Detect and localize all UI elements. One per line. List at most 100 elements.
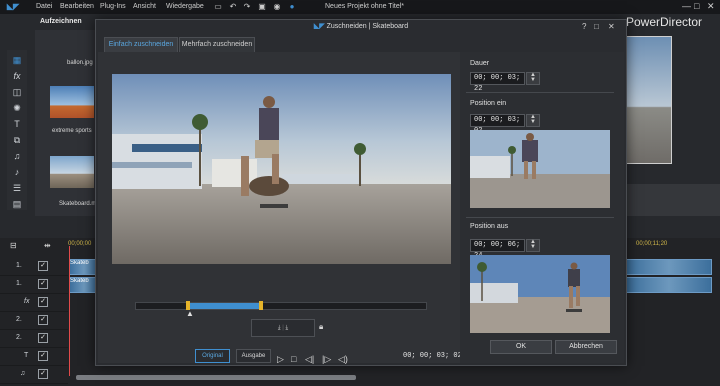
menu-bearbeiten[interactable]: Bearbeiten [60, 3, 94, 10]
mark-buttons-group: ⤓ | ⤓ [251, 319, 315, 337]
track-manager-icon[interactable]: ⊟ [10, 241, 17, 250]
track-number: 1. [16, 280, 22, 287]
track-row: 2. ✓ [0, 330, 68, 348]
close-icon[interactable]: ✕ [608, 22, 615, 31]
track-enable-checkbox[interactable]: ✓ [38, 297, 48, 307]
track-enable-checkbox[interactable]: ✓ [38, 333, 48, 343]
tab-simple-trim[interactable]: Einfach zuschneiden [104, 37, 178, 53]
lock-icon[interactable]: 🔒︎ [319, 322, 323, 332]
pip-icon[interactable]: ◫ [11, 86, 23, 98]
track-row: 2. ✓ [0, 312, 68, 330]
fit-icon[interactable]: ⇹ [44, 241, 51, 250]
view-original-toggle[interactable]: Original [195, 349, 230, 363]
mark-in-thumbnail [470, 130, 610, 208]
mark-out-spinner[interactable]: ▲ ▼ [526, 239, 540, 252]
track-row: T ✓ [0, 348, 68, 366]
particle-icon[interactable]: ✺ [11, 102, 23, 114]
duration-label: Dauer [470, 60, 490, 67]
track-enable-checkbox[interactable]: ✓ [38, 261, 48, 271]
open-folder-icon[interactable]: ▭ [213, 2, 223, 12]
tab-multi-trim[interactable]: Mehrfach zuschneiden [179, 37, 255, 53]
mark-in-spinner[interactable]: ▲ ▼ [526, 114, 540, 127]
redo-icon[interactable]: ↷ [242, 2, 252, 12]
skateboard-scene [112, 74, 451, 264]
mark-out-handle[interactable] [258, 301, 263, 310]
volume-icon[interactable]: ◁) [338, 354, 348, 365]
chapter-icon[interactable]: ☰ [11, 182, 23, 194]
maximize-icon[interactable]: □ [594, 22, 599, 31]
screen-icon[interactable]: ▣ [257, 2, 267, 12]
dialog-body: ▲ ⤓ | ⤓ 🔒︎ Original Ausgabe ▷ □ ◁| |▷ ◁)… [98, 52, 624, 365]
track-enable-checkbox[interactable]: ✓ [38, 279, 48, 289]
mark-out-frame [470, 255, 610, 333]
voice-icon[interactable]: ♪ [11, 166, 23, 178]
view-output-toggle[interactable]: Ausgabe [236, 349, 271, 363]
help-button[interactable]: ? [582, 22, 586, 31]
mark-out-field[interactable]: 00; 00; 06; 24 [470, 239, 525, 260]
mark-in-frame [470, 130, 610, 208]
track-enable-checkbox[interactable]: ✓ [38, 315, 48, 325]
audio-clip[interactable] [626, 277, 712, 293]
undo-icon[interactable]: ↶ [228, 2, 238, 12]
media-label: extreme sports [52, 128, 92, 134]
close-icon[interactable]: ✕ [707, 1, 715, 12]
next-frame-icon[interactable]: |▷ [322, 354, 331, 365]
ruler-time: 00;00;00 [68, 241, 92, 247]
transition-icon[interactable]: ⧉ [11, 134, 23, 146]
minimize-icon[interactable]: — [682, 1, 691, 11]
set-mark-out-icon[interactable]: ⤓ [285, 325, 288, 331]
project-title: Neues Projekt ohne Titel* [325, 3, 404, 10]
media-library: ballon.jpg extreme sports Skateboard.m [35, 30, 97, 216]
music-track-icon: ♫ [20, 370, 26, 377]
duration-field[interactable]: 00; 00; 03; 22 [470, 72, 525, 93]
menu-datei[interactable]: Datei [36, 3, 52, 10]
playhead-triangle-icon[interactable]: ▲ [186, 309, 194, 318]
track-number: 1. [16, 262, 22, 269]
track-enable-checkbox[interactable]: ✓ [38, 351, 48, 361]
media-label: ballon.jpg [67, 60, 93, 66]
horizontal-scrollbar[interactable] [76, 375, 356, 380]
cloud-icon[interactable]: ● [287, 2, 297, 12]
dialog-title: Zuschneiden | Skateboard [326, 23, 409, 30]
room-toolbar: ▦ fx ◫ ✺ T ⧉ ♫ ♪ ☰ ▤ [7, 50, 27, 210]
mark-in-field[interactable]: 00; 00; 03; 02 [470, 114, 525, 135]
user-icon[interactable]: ◉ [272, 2, 282, 12]
ok-button[interactable]: OK [490, 340, 552, 354]
set-mark-in-icon[interactable]: ⤓ [278, 325, 281, 331]
cancel-button[interactable]: Abbrechen [555, 340, 617, 354]
video-clip[interactable] [626, 259, 712, 275]
subtitle-icon[interactable]: ▤ [11, 198, 23, 210]
divider [466, 92, 614, 93]
ruler-time: 00;00;11;20 [636, 241, 668, 247]
trim-settings-panel: Dauer 00; 00; 03; 22 ▲ ▼ Position ein 00;… [460, 52, 624, 363]
media-room-icon[interactable]: ▦ [11, 54, 23, 66]
track-enable-checkbox[interactable]: ✓ [38, 369, 48, 379]
play-icon[interactable]: ▷ [277, 354, 284, 365]
duration-spinner[interactable]: ▲ ▼ [526, 72, 540, 85]
mark-out-label: Position aus [470, 223, 509, 230]
media-thumbnail[interactable] [50, 156, 94, 188]
app-logo-icon: ◣◤ [6, 2, 20, 11]
capture-tab[interactable]: Aufzeichnen [40, 18, 82, 25]
menu-wiedergabe[interactable]: Wiedergabe [166, 3, 204, 10]
preview-window [626, 36, 672, 164]
title-track-icon: T [24, 352, 29, 359]
mark-out-thumbnail [470, 255, 610, 333]
stop-icon[interactable]: □ [291, 354, 296, 364]
maximize-icon[interactable]: □ [694, 1, 699, 11]
menu-bar: ◣◤ Datei Bearbeiten Plug-Ins Ansicht Wie… [0, 0, 720, 14]
track-row: 1. ✓ [0, 276, 68, 294]
media-thumbnail[interactable] [50, 86, 94, 118]
track-number: 2. [16, 334, 22, 341]
menu-plugins[interactable]: Plug-Ins [100, 3, 126, 10]
audio-mix-icon[interactable]: ♫ [11, 150, 23, 162]
preview-controls [625, 184, 720, 216]
fx-icon[interactable]: fx [11, 70, 23, 82]
trim-scrubber[interactable] [135, 301, 427, 310]
title-icon[interactable]: T [11, 118, 23, 130]
menu-ansicht[interactable]: Ansicht [133, 3, 156, 10]
timeline-playhead[interactable] [69, 246, 70, 376]
track-row: ♫ ✓ [0, 366, 68, 384]
dialog-titlebar: ◣◤ Zuschneiden | Skateboard [96, 20, 626, 34]
previous-frame-icon[interactable]: ◁| [305, 354, 314, 365]
